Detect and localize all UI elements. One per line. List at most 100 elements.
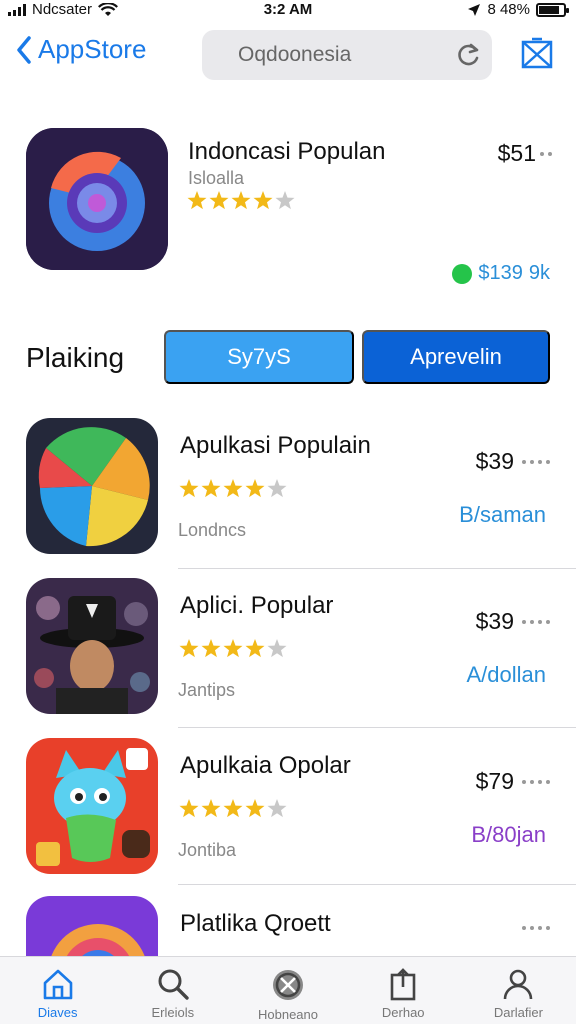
star-rating-icon [179, 639, 287, 658]
star-icon [231, 191, 251, 210]
share-icon [390, 968, 416, 1001]
tab-derhao[interactable]: Derhao [346, 957, 461, 1024]
app-price[interactable]: $39 [476, 608, 550, 635]
character-hat-icon [26, 578, 158, 714]
featured-app[interactable]: Indoncasi Populan Isloalla $51 $139 9k [0, 126, 576, 296]
more-icon [522, 459, 550, 464]
tab-label: Darlafier [493, 1005, 543, 1020]
status-right: 8 48% [467, 1, 569, 18]
app-list-item[interactable]: Apulkasi Populain Londncs $39 B/saman [0, 418, 576, 568]
cancel-icon [273, 970, 303, 1000]
app-action-button[interactable]: B/80jan [471, 822, 546, 848]
segment-button-2[interactable]: Aprevelin [362, 330, 550, 384]
battery-icon [536, 2, 569, 17]
star-rating-icon [187, 191, 295, 210]
star-icon [201, 639, 221, 658]
app-icon[interactable] [26, 738, 158, 874]
star-icon [245, 799, 265, 818]
app-price[interactable]: $79 [476, 768, 550, 795]
divider [178, 568, 576, 569]
star-icon [267, 799, 287, 818]
star-icon [275, 191, 295, 210]
app-title[interactable]: Apulkasi Populain [180, 432, 371, 460]
search-input[interactable] [202, 30, 432, 80]
refresh-icon[interactable] [456, 42, 482, 68]
back-label: AppStore [38, 34, 147, 64]
back-button[interactable]: AppStore [16, 34, 146, 65]
search-icon [158, 969, 189, 1000]
cartoon-cat-icon [26, 738, 158, 874]
app-price-label: $39 [475, 608, 514, 634]
tab-hobneano[interactable]: Hobneano [230, 957, 345, 1024]
status-dot-icon [452, 263, 473, 284]
app-price-label: $79 [475, 768, 514, 794]
star-icon [179, 479, 199, 498]
segment-button-1[interactable]: Sy7yS [164, 330, 354, 384]
status-bar: Ndcsater 3:2 AM 8 48% [0, 0, 576, 22]
featured-price-label: $51 [497, 140, 536, 166]
person-icon [504, 969, 533, 1000]
app-title[interactable]: Apulkaia Opolar [180, 752, 351, 780]
more-icon [522, 926, 550, 930]
app-subtitle: Jantips [178, 680, 236, 700]
tab-darlafier[interactable]: Darlafier [461, 957, 576, 1024]
star-icon [179, 639, 199, 658]
app-price-label: $39 [475, 448, 514, 474]
featured-get-button[interactable]: $139 9k [452, 262, 550, 285]
tab-bar: Diaves Erleiols Hobneano Derhao Darlafie… [0, 956, 576, 1024]
star-icon [201, 799, 221, 818]
location-icon [468, 3, 481, 16]
featured-rating [186, 190, 298, 217]
app-price[interactable]: $39 [476, 448, 550, 475]
app-rating [178, 638, 290, 665]
target-icon [26, 128, 168, 270]
app-action-button[interactable]: B/saman [459, 502, 546, 528]
featured-app-icon[interactable] [26, 128, 168, 270]
app-rating [178, 478, 290, 505]
app-list-item[interactable]: Apulkaia Opolar Jontiba $79 B/80jan [0, 738, 576, 888]
search-bar[interactable] [202, 30, 492, 80]
star-icon [245, 639, 265, 658]
featured-subtitle: Isloalla [188, 168, 245, 188]
star-icon [267, 639, 287, 658]
app-icon[interactable] [26, 418, 158, 554]
star-icon [187, 191, 207, 210]
app-price[interactable] [514, 926, 550, 930]
star-icon [245, 479, 265, 498]
app-icon[interactable] [26, 578, 158, 714]
app-list-item[interactable]: Aplici. Popular Jantips $39 A/dollan [0, 578, 576, 728]
star-icon [223, 479, 243, 498]
chevron-left-icon [17, 35, 31, 64]
star-icon [209, 191, 229, 210]
tab-label: Erleiols [151, 1005, 195, 1020]
home-icon [43, 969, 72, 1000]
pinwheel-icon [26, 418, 158, 554]
battery-level [539, 5, 560, 14]
star-icon [223, 639, 243, 658]
app-action-button[interactable]: A/dollan [466, 662, 546, 688]
star-rating-icon [179, 799, 287, 818]
more-icon [522, 619, 550, 624]
tab-diaves[interactable]: Diaves [0, 957, 115, 1024]
featured-price[interactable]: $51 [498, 140, 552, 167]
ranking-title: Plaiking [26, 342, 125, 373]
more-icon [540, 151, 552, 156]
tab-label: Hobneano [258, 1007, 318, 1022]
star-icon [179, 799, 199, 818]
star-icon [253, 191, 273, 210]
app-title[interactable]: Platlika Qroett [180, 910, 331, 938]
app-rating [178, 798, 290, 825]
nav-bar: AppStore [0, 26, 576, 86]
app-subtitle: Jontiba [178, 840, 237, 860]
more-icon [522, 779, 550, 784]
tab-label: Diaves [37, 1005, 78, 1020]
star-icon [223, 799, 243, 818]
tab-erleiols[interactable]: Erleiols [115, 957, 230, 1024]
featured-get-suffix: 9k [528, 262, 550, 284]
star-icon [267, 479, 287, 498]
app-subtitle: Londncs [178, 520, 247, 540]
featured-title[interactable]: Indoncasi Populan [188, 138, 385, 166]
share-icon[interactable] [520, 36, 554, 70]
featured-get-price: $139 [478, 262, 523, 284]
app-title[interactable]: Aplici. Popular [180, 592, 333, 620]
